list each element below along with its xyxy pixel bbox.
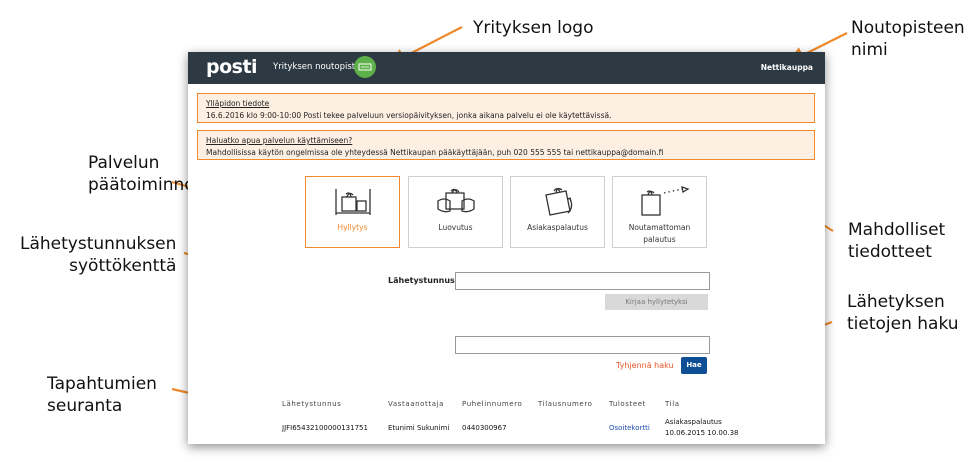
top-bar: posti Yrityksen noutopiste Nettikauppa xyxy=(188,52,825,84)
callout-line: Palvelun xyxy=(88,153,160,173)
service-title: Yrityksen noutopiste xyxy=(273,62,361,72)
callout-main-functions: Palvelun päätoiminnot xyxy=(88,152,201,196)
callout-line: Mahdolliset xyxy=(848,220,946,240)
cell-tracking: JJFI65432100000131751 xyxy=(282,424,368,432)
notice-text: 16.6.2016 klo 9:00-10:00 Posti tekee pal… xyxy=(206,111,612,120)
tracking-input[interactable] xyxy=(455,272,710,290)
callout-line: tiedotteet xyxy=(848,242,932,262)
column-header: Lähetystunnus xyxy=(282,400,342,408)
company-logo-badge xyxy=(354,56,376,78)
column-header: Tilausnumero xyxy=(538,400,593,408)
notice-title[interactable]: Haluatko apua palvelun käyttämiseen? xyxy=(206,136,352,145)
maintenance-notice: Ylläpidon tiedote 16.6.2016 klo 9:00-10:… xyxy=(197,93,815,123)
customer-return-icon xyxy=(545,187,573,216)
callout-line: Lähetyksen xyxy=(847,292,945,312)
column-header: Tila xyxy=(665,400,680,408)
tracking-label: Lähetystunnus xyxy=(388,276,455,285)
handover-icon xyxy=(437,188,475,213)
callout-line: päätoiminnot xyxy=(88,175,202,195)
cell-status: Asiakaspalautus 10.06.2015 10.00.38 xyxy=(665,417,738,439)
tile-label: Hyllytys xyxy=(337,223,368,232)
tile-shelving[interactable]: Hyllytys xyxy=(305,176,400,248)
column-header: Tulosteet xyxy=(609,400,647,408)
cell-phone: 0440300967 xyxy=(462,424,507,432)
callout-search: Lähetyksen tietojen haku xyxy=(847,291,959,335)
column-header: Puhelinnumero xyxy=(462,400,523,408)
callout-line: syöttökenttä xyxy=(69,256,177,276)
callout-line: seuranta xyxy=(47,396,123,416)
status-text: Asiakaspalautus xyxy=(665,418,722,426)
callout-logo: Yrityksen logo xyxy=(473,18,594,38)
callout-line: Lähetystunnuksen xyxy=(20,234,177,254)
tile-label: Noutamattoman palautus xyxy=(628,223,691,244)
shelve-button[interactable]: Kirjaa hyllytetyksi xyxy=(605,294,708,310)
pickup-point-name: Nettikauppa xyxy=(760,63,813,72)
posti-logo[interactable]: posti xyxy=(206,56,258,78)
notice-title[interactable]: Ylläpidon tiedote xyxy=(206,99,269,108)
callout-notices: Mahdolliset tiedotteet xyxy=(848,219,945,263)
shelving-icon xyxy=(335,189,371,215)
callout-tracking-field: Lähetystunnuksen syöttökenttä xyxy=(20,233,176,277)
address-card-link[interactable]: Osoitekortti xyxy=(609,424,650,432)
column-header: Vastaanottaja xyxy=(388,400,445,408)
callout-events: Tapahtumien seuranta xyxy=(47,373,157,417)
callout-line: Tapahtumien xyxy=(47,374,157,394)
callout-line: tietojen haku xyxy=(847,314,959,334)
search-input[interactable] xyxy=(455,336,710,354)
tile-handover[interactable]: Luovutus xyxy=(408,176,503,248)
callout-line: Noutopisteen xyxy=(851,18,965,38)
tile-customer-return[interactable]: Asiakaspalautus xyxy=(510,176,605,248)
unclaimed-return-icon xyxy=(641,186,690,216)
clear-search-link[interactable]: Tyhjennä haku xyxy=(616,361,674,370)
callout-line: nimi xyxy=(851,40,888,60)
callout-pickup-name: Noutopisteen nimi xyxy=(851,17,965,61)
tile-label: Asiakaspalautus xyxy=(527,223,588,232)
notice-text: Mahdollisissa käytön ongelmissa ole yhte… xyxy=(206,148,664,157)
cell-recipient: Etunimi Sukunimi xyxy=(388,424,450,432)
search-button[interactable]: Hae xyxy=(681,357,707,374)
help-notice: Haluatko apua palvelun käyttämiseen? Mah… xyxy=(197,130,815,160)
app-screen: posti Yrityksen noutopiste Nettikauppa Y… xyxy=(188,52,825,444)
tile-label: Luovutus xyxy=(438,223,473,232)
tile-unclaimed-return[interactable]: Noutamattoman palautus xyxy=(612,176,707,248)
status-timestamp: 10.06.2015 10.00.38 xyxy=(665,429,739,437)
